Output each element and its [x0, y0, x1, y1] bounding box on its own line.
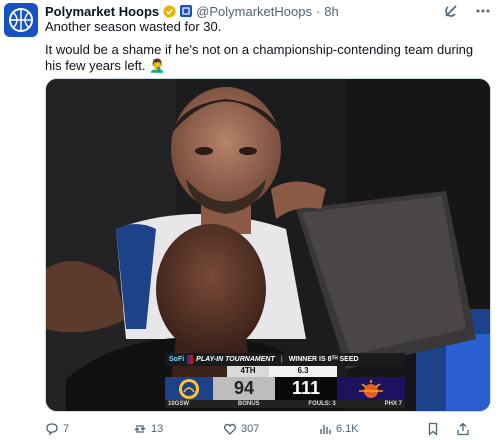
repost-count: 13 — [151, 423, 164, 435]
verified-badge-icon — [163, 4, 176, 18]
views-icon — [320, 425, 331, 434]
basketball-logo-icon — [9, 8, 33, 32]
game-clock: 6.3 — [269, 366, 337, 377]
quarter: 4TH — [227, 366, 269, 377]
reply-count: 7 — [63, 423, 70, 435]
scorebug: SoFi PLAY-IN TOURNAMENT | WINNER IS 8ᵀᴴ … — [165, 353, 405, 408]
tweet-media-image[interactable]: SoFi PLAY-IN TOURNAMENT | WINNER IS 8ᵀᴴ … — [45, 78, 491, 412]
suns-logo-icon — [337, 377, 405, 400]
scorebug-divider: | — [280, 356, 283, 363]
separator-dot: · — [315, 3, 321, 19]
avatar[interactable] — [4, 3, 38, 37]
scorebug-header: SoFi PLAY-IN TOURNAMENT | WINNER IS 8ᵀᴴ … — [165, 353, 405, 366]
account-handle[interactable]: @PolymarketHoops — [196, 4, 312, 19]
fouls-label: FOULS: 3 — [308, 401, 336, 407]
tweet-text-line-1: Another season wasted for 30. — [45, 19, 222, 34]
home-seed-team: 10GSW — [168, 401, 190, 407]
repost-button[interactable]: 13 — [133, 422, 223, 436]
grok-icon[interactable] — [442, 2, 460, 20]
views-count: 6.1K — [336, 423, 359, 435]
nba-logo-icon — [187, 355, 194, 364]
views-button[interactable]: 6.1K — [318, 422, 426, 436]
tweet-header: Polymarket Hoops @PolymarketHoops · 8h — [45, 3, 339, 19]
reply-button[interactable]: 7 — [45, 422, 133, 436]
tweet-card: Polymarket Hoops @PolymarketHoops · 8h A… — [0, 0, 500, 440]
home-score: 94 — [213, 377, 275, 400]
account-name[interactable]: Polymarket Hoops — [45, 4, 159, 19]
game-clock-row: 4TH 6.3 — [227, 366, 337, 377]
tweet-text-line-2: It would be a shame if he's not on a cha… — [45, 42, 474, 73]
share-icon — [457, 422, 469, 436]
like-button[interactable]: 307 — [223, 422, 318, 436]
bookmark-button[interactable] — [426, 422, 456, 436]
share-button[interactable] — [456, 422, 476, 436]
scorebug-brand: SoFi — [169, 356, 185, 363]
bonus-label: BONUS — [237, 401, 260, 407]
bookmark-icon — [428, 422, 438, 436]
away-team-label: PHX 7 — [384, 401, 402, 407]
tweet-actions: 7 13 307 6.1K — [45, 421, 495, 437]
like-icon — [223, 423, 237, 435]
tweet-top-actions — [442, 2, 492, 20]
scorebug-footer: 10GSW BONUS FOULS: 3 PHX 7 — [165, 400, 405, 408]
affiliate-badge-icon[interactable] — [180, 5, 193, 17]
scorebug-note: WINNER IS 8ᵀᴴ SEED — [288, 356, 359, 363]
warriors-logo-icon — [165, 377, 213, 400]
timestamp[interactable]: 8h — [324, 4, 338, 19]
scorebug-event: PLAY-IN TOURNAMENT — [196, 356, 275, 363]
score-row: 94 111 — [165, 377, 405, 400]
away-score: 111 — [275, 377, 337, 400]
repost-icon — [134, 425, 146, 433]
more-icon[interactable] — [474, 2, 492, 20]
reply-icon — [46, 423, 58, 436]
like-count: 307 — [241, 423, 260, 435]
